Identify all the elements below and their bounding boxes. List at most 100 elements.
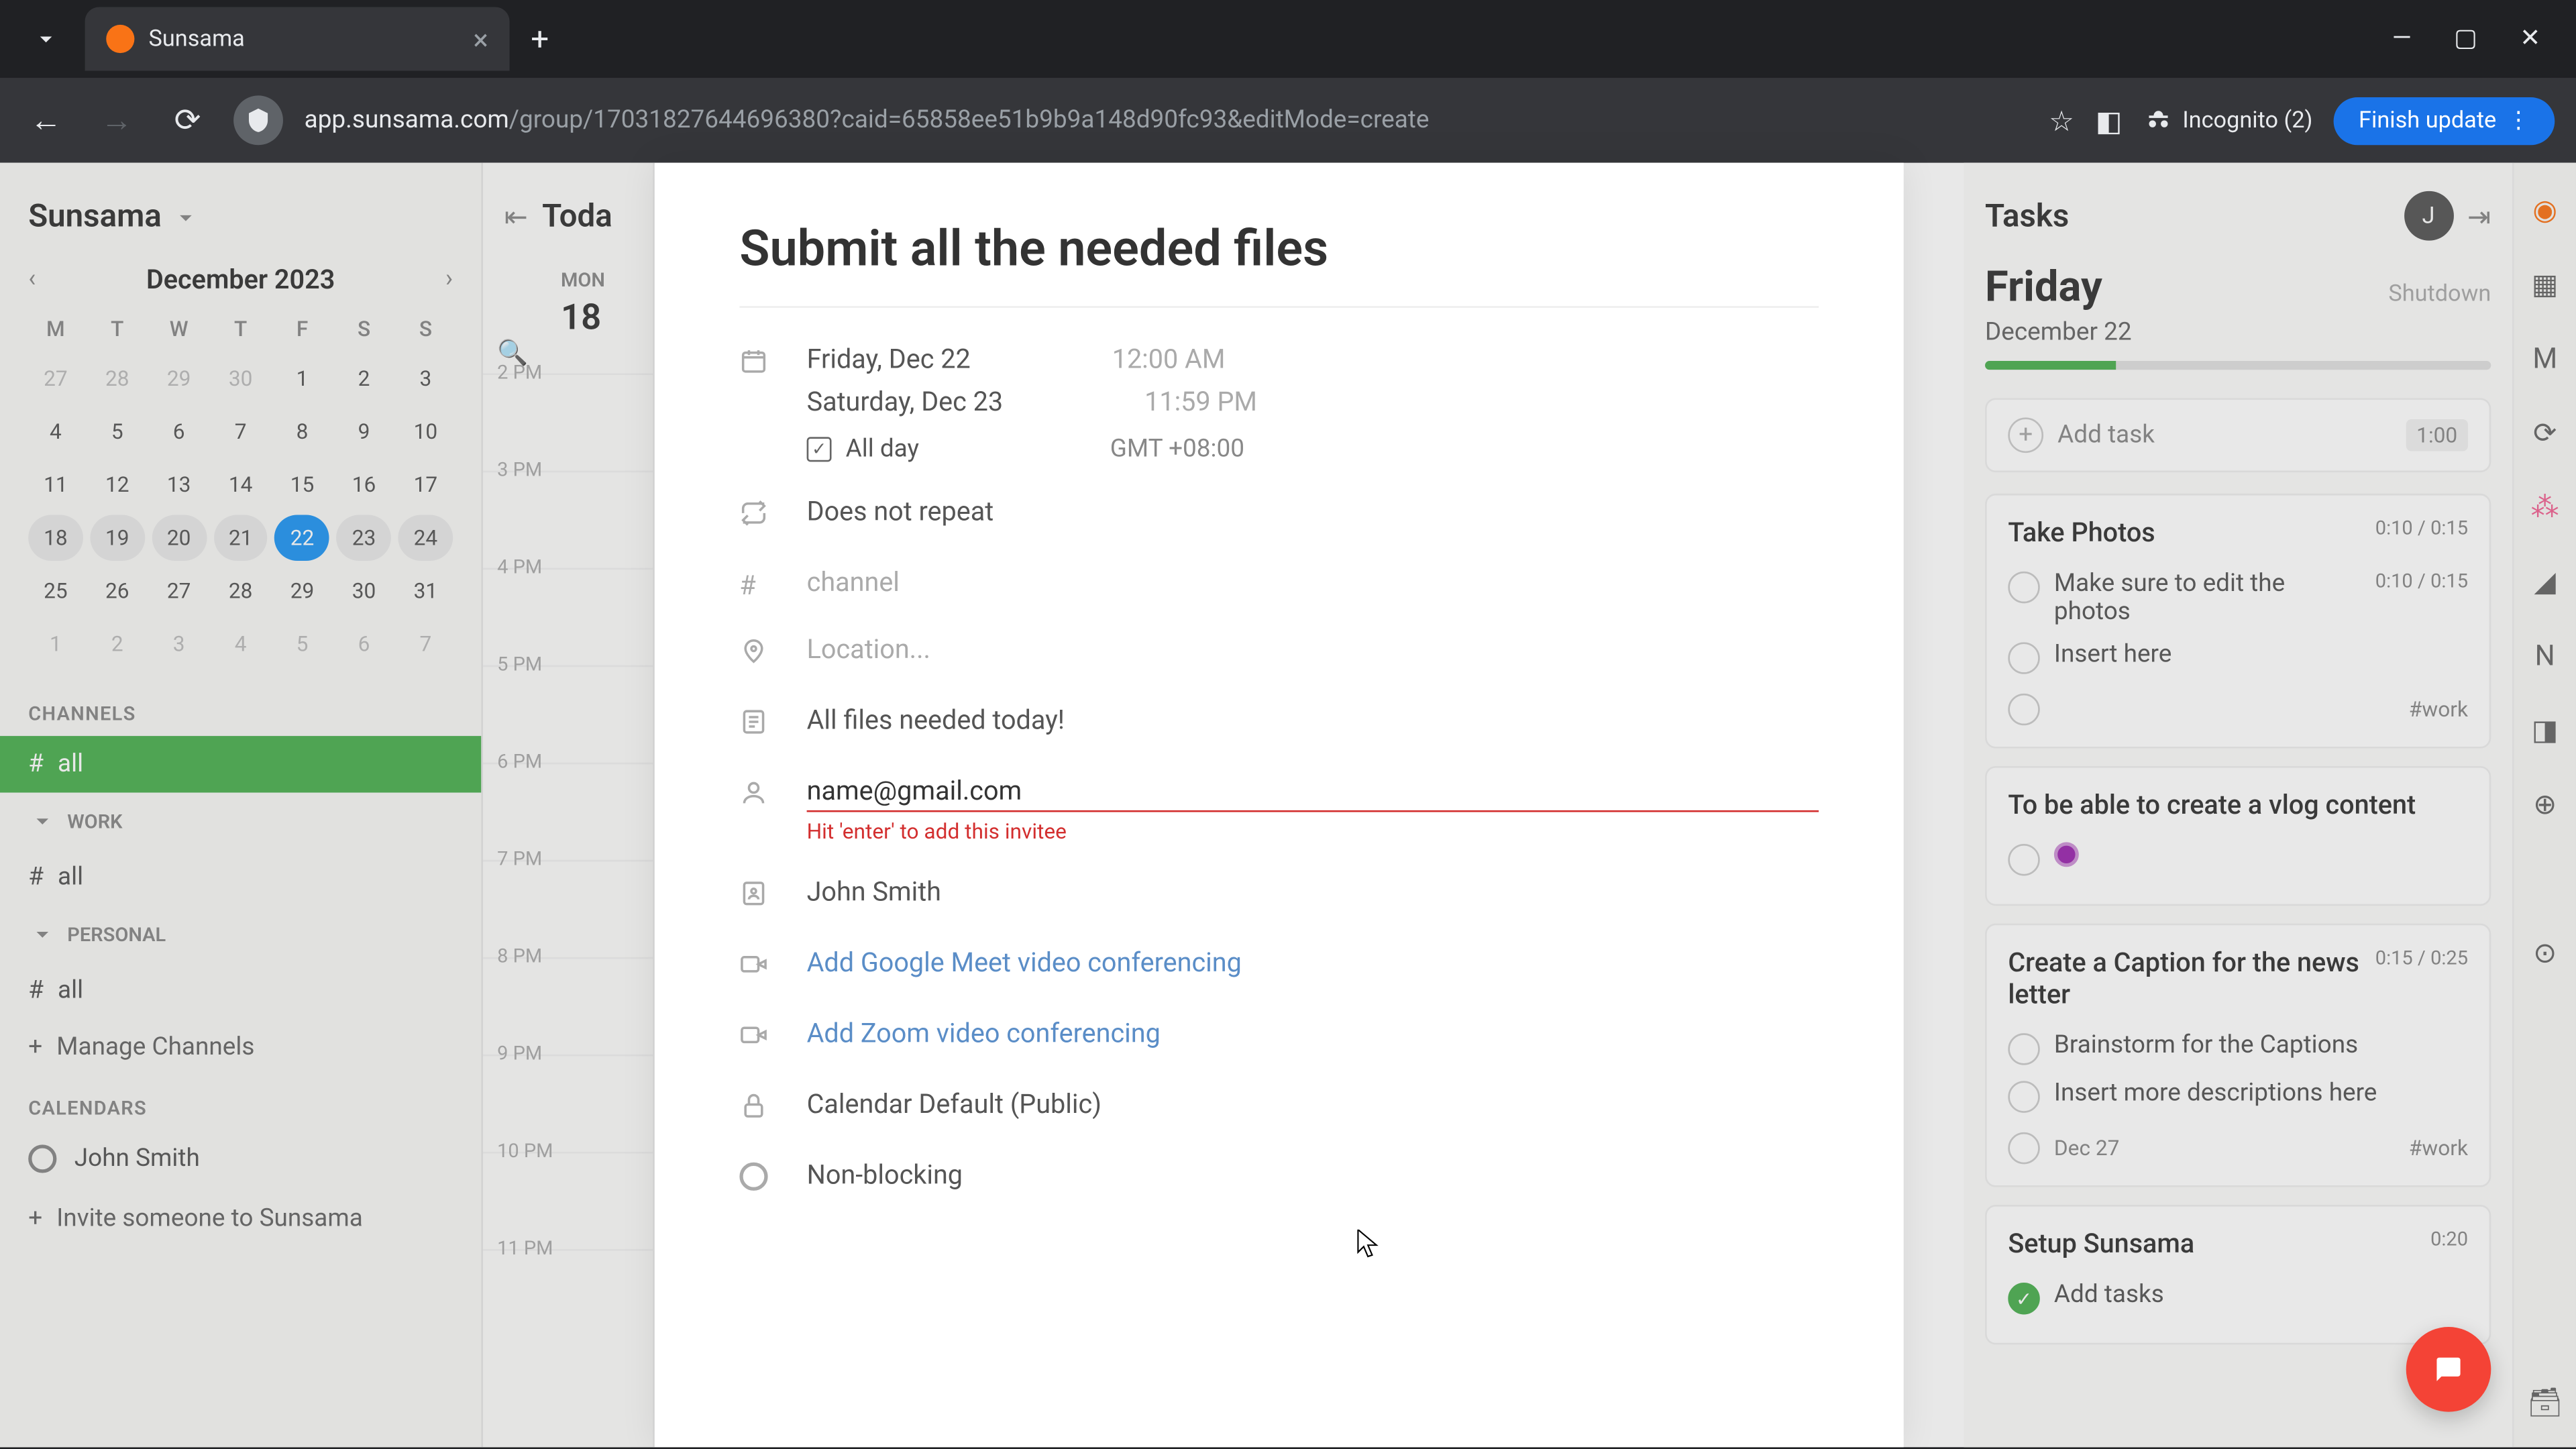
notes-input[interactable]: All files needed today! xyxy=(807,704,1065,736)
subtask-checkbox[interactable] xyxy=(2008,1033,2039,1065)
workspace-switcher[interactable]: Sunsama xyxy=(0,184,481,250)
cal-day[interactable]: 10 xyxy=(398,409,453,455)
all-day-checkbox[interactable]: ✓ xyxy=(807,437,832,462)
add-google-meet-button[interactable]: Add Google Meet video conferencing xyxy=(807,947,1242,978)
cal-day[interactable]: 20 xyxy=(152,515,206,561)
subtask-checkbox[interactable] xyxy=(2008,1081,2039,1112)
blocking-selector[interactable]: Non-blocking xyxy=(807,1159,963,1190)
cal-day[interactable]: 23 xyxy=(337,515,391,561)
globe-icon[interactable]: ⊕ xyxy=(2527,786,2563,821)
hour-slot[interactable]: 3 PM xyxy=(483,471,653,568)
linear-icon[interactable]: ◢ xyxy=(2527,563,2563,598)
subtask-checkbox[interactable] xyxy=(2008,694,2039,725)
hour-slot[interactable]: 7 PM xyxy=(483,860,653,957)
cal-day[interactable]: 26 xyxy=(90,568,144,614)
cal-day[interactable]: 1 xyxy=(28,621,83,667)
cal-day[interactable]: 17 xyxy=(398,462,453,508)
hour-slot[interactable]: 11 PM xyxy=(483,1249,653,1346)
cal-day[interactable]: 7 xyxy=(398,621,453,667)
asana-icon[interactable]: ⁂ xyxy=(2527,488,2563,524)
expand-panel-icon[interactable]: ⇥ xyxy=(2467,199,2491,233)
end-time[interactable]: 11:59 PM xyxy=(1144,386,1257,417)
cal-day[interactable]: 27 xyxy=(28,356,83,402)
close-tab-icon[interactable]: × xyxy=(473,22,488,56)
subtask-checkbox[interactable] xyxy=(2008,844,2039,875)
intercom-fab[interactable] xyxy=(2406,1327,2491,1412)
cal-day[interactable]: 30 xyxy=(337,568,391,614)
outlook-icon[interactable]: ◨ xyxy=(2527,711,2563,747)
github-icon[interactable] xyxy=(2527,860,2563,896)
invite-button[interactable]: + Invite someone to Sunsama xyxy=(0,1187,481,1251)
personal-group-header[interactable]: PERSONAL xyxy=(0,906,481,962)
cal-day[interactable]: 9 xyxy=(337,409,391,455)
shutdown-button[interactable]: Shutdown xyxy=(2388,281,2491,308)
task-tag[interactable]: #work xyxy=(2409,1135,2468,1160)
subtask-checkbox[interactable]: ✓ xyxy=(2008,1283,2039,1314)
work-channel-all[interactable]: # all xyxy=(0,849,481,906)
gmail-icon[interactable]: M xyxy=(2527,339,2563,375)
cal-day[interactable]: 2 xyxy=(337,356,391,402)
cal-day[interactable]: 29 xyxy=(152,356,206,402)
more-icon[interactable]: ⊙ xyxy=(2527,934,2563,969)
event-title-input[interactable]: Submit all the needed files xyxy=(739,219,1819,308)
cal-day[interactable]: 22 xyxy=(275,515,329,561)
site-info-icon[interactable] xyxy=(233,95,283,145)
cal-prev-button[interactable]: ‹ xyxy=(28,266,36,294)
cal-day[interactable]: 21 xyxy=(213,515,268,561)
subtask[interactable]: Insert more descriptions here xyxy=(2008,1072,2468,1120)
add-zoom-button[interactable]: Add Zoom video conferencing xyxy=(807,1017,1161,1049)
manage-channels-button[interactable]: + Manage Channels xyxy=(0,1019,481,1075)
hour-slot[interactable]: 8 PM xyxy=(483,957,653,1055)
cal-day[interactable]: 4 xyxy=(213,621,268,667)
hour-slot[interactable]: 6 PM xyxy=(483,763,653,860)
cal-next-button[interactable]: › xyxy=(445,266,453,294)
subtask[interactable]: ✓Add tasks xyxy=(2008,1274,2468,1322)
forward-button[interactable]: → xyxy=(92,102,142,139)
calendar-john-smith[interactable]: John Smith xyxy=(0,1130,481,1187)
cal-day[interactable]: 12 xyxy=(90,462,144,508)
cal-day[interactable]: 7 xyxy=(213,409,268,455)
minimize-button[interactable]: — xyxy=(2392,25,2412,53)
browser-tab[interactable]: Sunsama × xyxy=(85,7,510,71)
trello-icon[interactable]: ▦ xyxy=(2527,266,2563,301)
channel-all[interactable]: # all xyxy=(0,736,481,792)
cal-day[interactable]: 19 xyxy=(90,515,144,561)
maximize-button[interactable]: ▢ xyxy=(2454,25,2477,53)
user-avatar[interactable]: J xyxy=(2404,191,2453,241)
cal-day[interactable]: 5 xyxy=(90,409,144,455)
sync-icon[interactable]: ⟳ xyxy=(2527,414,2563,449)
cal-day[interactable]: 8 xyxy=(275,409,329,455)
repeat-selector[interactable]: Does not repeat xyxy=(807,495,994,527)
hour-slot[interactable]: 10 PM xyxy=(483,1152,653,1249)
cal-day[interactable]: 6 xyxy=(152,409,206,455)
timezone-label[interactable]: GMT +08:00 xyxy=(1110,435,1244,464)
sunsama-icon[interactable]: ◉ xyxy=(2527,191,2563,227)
task-card[interactable]: Take Photos0:10 / 0:15Make sure to edit … xyxy=(1985,494,2491,749)
archive-icon[interactable]: 🗃 xyxy=(2527,1383,2563,1419)
location-input[interactable]: Location... xyxy=(807,633,930,665)
tab-search-dropdown[interactable] xyxy=(14,7,78,71)
cal-day[interactable]: 4 xyxy=(28,409,83,455)
cal-day[interactable]: 28 xyxy=(90,356,144,402)
hour-slot[interactable]: 9 PM xyxy=(483,1055,653,1152)
task-card[interactable]: To be able to create a vlog content xyxy=(1985,766,2491,906)
finish-update-button[interactable]: Finish update ⋮ xyxy=(2334,97,2555,144)
cal-day[interactable]: 6 xyxy=(337,621,391,667)
cal-day[interactable]: 16 xyxy=(337,462,391,508)
subtask[interactable]: Make sure to edit the photos0:10 / 0:15 xyxy=(2008,563,2468,633)
cal-day[interactable]: 28 xyxy=(213,568,268,614)
calendar-visibility-selector[interactable]: Calendar Default (Public) xyxy=(807,1088,1102,1120)
collapse-sidebar-icon[interactable]: ⇤ xyxy=(504,199,528,233)
end-date[interactable]: Saturday, Dec 23 xyxy=(807,386,1004,417)
cal-day[interactable]: 25 xyxy=(28,568,83,614)
work-group-header[interactable]: WORK xyxy=(0,793,481,849)
hour-slot[interactable]: 2 PM xyxy=(483,373,653,470)
subtask[interactable]: Insert here xyxy=(2008,633,2468,681)
cal-day[interactable]: 27 xyxy=(152,568,206,614)
personal-channel-all[interactable]: # all xyxy=(0,963,481,1019)
close-window-button[interactable]: ✕ xyxy=(2520,25,2540,53)
cal-day[interactable]: 1 xyxy=(275,356,329,402)
cal-day[interactable]: 14 xyxy=(213,462,268,508)
subtask-checkbox[interactable] xyxy=(2008,642,2039,674)
panel-icon[interactable]: ◧ xyxy=(2096,103,2123,137)
